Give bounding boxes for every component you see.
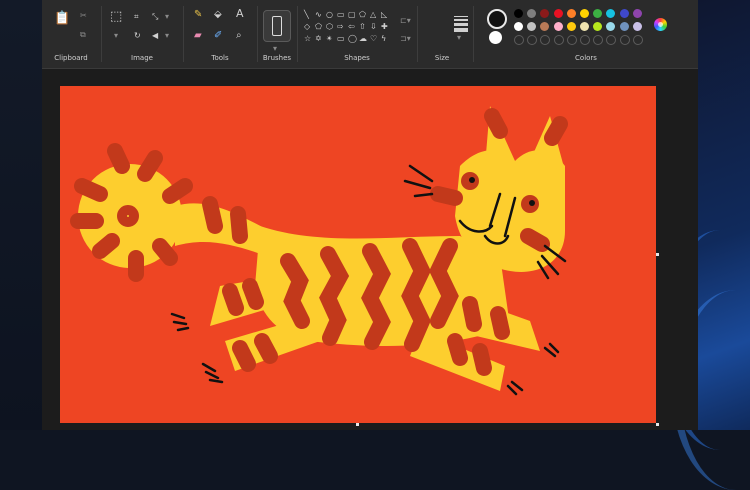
pentagon-shape-icon[interactable]: ⬠ — [315, 22, 322, 31]
right-triangle-shape-icon[interactable]: ◺ — [381, 10, 387, 19]
image-label: Image — [131, 54, 153, 62]
brushes-group: ▾ Brushes — [258, 0, 296, 68]
custom-color-slot[interactable] — [514, 35, 524, 45]
oval-shape-icon[interactable]: ○ — [326, 10, 333, 19]
hexagon-shape-icon[interactable]: ⬡ — [326, 22, 333, 31]
palette-swatch[interactable] — [566, 22, 576, 31]
polygon-shape-icon[interactable]: ⬠ — [359, 10, 366, 19]
image-group: ⬚ ▾ ⌗ ⤡ ▾ ↻ ◀ ▾ Image — [102, 0, 182, 68]
text-icon[interactable]: A — [236, 8, 244, 19]
custom-color-slot[interactable] — [619, 35, 630, 45]
select-icon[interactable]: ⬚ — [110, 10, 122, 23]
palette-swatch[interactable] — [514, 22, 523, 31]
palette-swatch[interactable] — [580, 22, 589, 31]
color-wheel-icon[interactable] — [654, 18, 667, 31]
size-label: Size — [434, 54, 450, 62]
resize-handle-right[interactable] — [656, 253, 659, 256]
paste-icon[interactable]: 📋 — [54, 12, 70, 25]
desktop-wallpaper-right — [660, 0, 750, 490]
left-arrow-shape-icon[interactable]: ⇦ — [348, 22, 355, 31]
up-arrow-shape-icon[interactable]: ⇧ — [359, 22, 366, 31]
curve-shape-icon[interactable]: ∿ — [315, 10, 322, 19]
size-dropdown-icon[interactable]: ▾ — [457, 33, 461, 43]
custom-color-slot[interactable] — [580, 35, 590, 45]
palette-swatch[interactable] — [580, 9, 589, 18]
right-arrow-shape-icon[interactable]: ⇨ — [337, 22, 344, 31]
secondary-color[interactable] — [489, 31, 502, 44]
select-dropdown-icon[interactable]: ▾ — [114, 31, 118, 41]
custom-color-slot[interactable] — [632, 35, 643, 45]
palette-swatch[interactable] — [566, 9, 576, 18]
resize-dropdown-icon[interactable]: ▾ — [165, 12, 169, 22]
cross-shape-icon[interactable]: ✚ — [381, 22, 388, 31]
eraser-icon[interactable]: ▰ — [194, 31, 202, 41]
brushes-label: Brushes — [262, 54, 292, 62]
desktop-wallpaper-left — [0, 0, 42, 430]
colors-label: Colors — [575, 54, 597, 62]
pencil-icon[interactable]: ✎ — [194, 10, 202, 20]
tools-label: Tools — [211, 54, 229, 62]
lightning-shape-icon[interactable]: ϟ — [381, 34, 386, 43]
diamond-shape-icon[interactable]: ◇ — [304, 22, 310, 31]
crop-icon[interactable]: ⌗ — [134, 12, 139, 22]
cut-icon[interactable]: ✂ — [80, 11, 87, 21]
canvas-workspace — [42, 69, 698, 430]
copy-icon[interactable]: ⧉ — [80, 30, 86, 40]
star-shape-icon[interactable]: ☆ — [304, 34, 311, 43]
fill-icon[interactable]: ⬙ — [214, 10, 222, 20]
line-shape-icon[interactable]: ╲ — [304, 10, 309, 19]
custom-color-slot[interactable] — [553, 35, 564, 45]
resize-icon[interactable]: ⤡ — [152, 12, 158, 22]
color-picker-icon[interactable]: ✐ — [214, 31, 222, 41]
clipboard-label: Clipboard — [54, 54, 88, 62]
clipboard-group: 📋 ✂ ⧉ Clipboard — [42, 0, 100, 68]
palette-swatch[interactable] — [632, 22, 642, 31]
drawing-canvas[interactable] — [60, 86, 656, 423]
palette-swatch[interactable] — [514, 9, 523, 18]
paint-window: 📋 ✂ ⧉ Clipboard ⬚ ▾ ⌗ ⤡ ▾ ↻ ◀ ▾ Image ✎ … — [42, 0, 698, 430]
flip-dropdown-icon[interactable]: ▾ — [165, 31, 169, 41]
palette-swatch[interactable] — [553, 22, 563, 31]
fill-dropdown-icon[interactable]: ⊐▾ — [400, 34, 411, 43]
flip-icon[interactable]: ◀ — [152, 31, 158, 41]
tools-group: ✎ ⬙ A ▰ ✐ ⌕ Tools — [184, 0, 256, 68]
shapes-label: Shapes — [344, 54, 370, 62]
down-arrow-shape-icon[interactable]: ⇩ — [370, 22, 377, 31]
eight-star-shape-icon[interactable]: ✴ — [326, 34, 333, 43]
six-star-shape-icon[interactable]: ✡ — [315, 34, 322, 43]
primary-color[interactable] — [487, 9, 507, 29]
outline-dropdown-icon[interactable]: ⊏▾ — [400, 16, 411, 25]
rectangle-shape-icon[interactable]: ▭ — [337, 10, 345, 19]
palette-swatch[interactable] — [553, 9, 563, 18]
size-icon[interactable] — [454, 16, 468, 32]
callout-oval-shape-icon[interactable]: ◯ — [348, 34, 357, 43]
tiger-drawing — [70, 106, 568, 396]
heart-shape-icon[interactable]: ♡ — [370, 34, 377, 43]
magnifier-icon[interactable]: ⌕ — [236, 31, 242, 41]
brushes-dropdown-icon[interactable]: ▾ — [273, 44, 277, 54]
resize-handle-corner[interactable] — [656, 423, 659, 426]
palette-swatch[interactable] — [619, 9, 629, 18]
triangle-shape-icon[interactable]: △ — [370, 10, 376, 19]
rounded-rect-shape-icon[interactable]: ▢ — [348, 10, 356, 19]
callout-cloud-shape-icon[interactable]: ☁ — [359, 34, 367, 43]
shapes-gallery: ╲ ∿ ○ ▭ ▢ ⬠ △ ◺ ◇ ⬠ ⬡ ⇨ ⇦ ⇧ ⇩ ✚ ☆ ✡ ✴ ▭ … — [304, 10, 411, 50]
callout-rect-shape-icon[interactable]: ▭ — [337, 34, 345, 43]
palette-swatch[interactable] — [619, 22, 629, 31]
custom-color-slot[interactable] — [566, 35, 577, 45]
palette-swatch[interactable] — [632, 9, 642, 18]
resize-handle-bottom[interactable] — [356, 423, 359, 426]
rotate-icon[interactable]: ↻ — [134, 31, 141, 41]
ribbon-toolbar: 📋 ✂ ⧉ Clipboard ⬚ ▾ ⌗ ⤡ ▾ ↻ ◀ ▾ Image ✎ … — [42, 0, 698, 69]
